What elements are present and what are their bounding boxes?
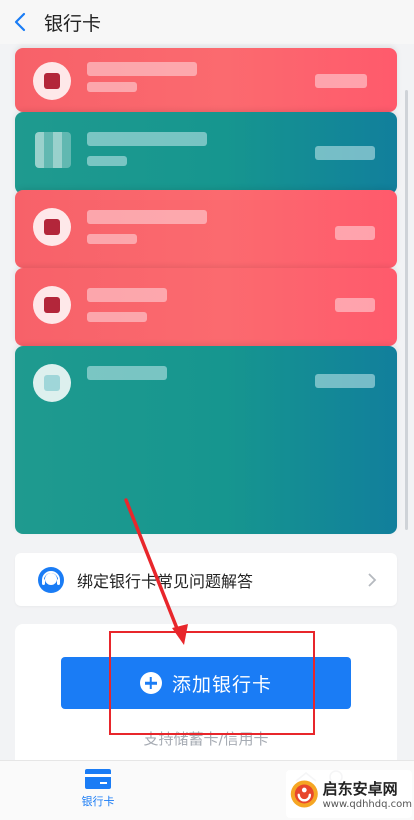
masked-text <box>315 146 375 160</box>
bank-logo <box>33 208 71 246</box>
watermark-name: 启东安卓网 <box>322 780 398 798</box>
watermark-url: www.qdhhdq.com <box>322 799 412 810</box>
app-header: 银行卡 <box>0 0 414 44</box>
masked-text <box>87 366 167 380</box>
bank-card[interactable] <box>15 268 397 346</box>
tab-bank-cards[interactable]: 银行卡 <box>68 767 128 809</box>
masked-text <box>335 298 375 312</box>
plus-circle-icon <box>139 672 162 694</box>
scrollbar[interactable] <box>405 90 408 530</box>
card-stack <box>0 44 414 544</box>
chevron-right-icon <box>368 572 377 587</box>
bank-logo <box>33 286 71 324</box>
masked-text <box>87 132 207 146</box>
bank-card[interactable] <box>15 48 397 112</box>
masked-text <box>315 374 375 388</box>
customer-service-icon <box>38 566 64 593</box>
add-card-panel: 添加银行卡 支持储蓄卡/信用卡 <box>15 624 397 774</box>
add-bank-card-label: 添加银行卡 <box>171 673 272 696</box>
bank-card-icon <box>85 769 111 789</box>
bank-card[interactable] <box>15 112 397 194</box>
masked-text <box>87 210 207 224</box>
faq-row[interactable]: 绑定银行卡常见问题解答 <box>15 553 397 606</box>
bank-card[interactable] <box>15 346 397 534</box>
support-hint: 支持储蓄卡/信用卡 <box>143 730 269 748</box>
masked-text <box>87 312 147 322</box>
masked-text <box>87 288 167 302</box>
bank-card[interactable] <box>15 190 397 268</box>
masked-text <box>87 234 137 244</box>
bank-logo <box>35 132 71 168</box>
bank-logo <box>33 62 71 100</box>
site-watermark: 启东安卓网 www.qdhhdq.com <box>286 770 412 818</box>
faq-label: 绑定银行卡常见问题解答 <box>77 571 254 591</box>
masked-text <box>315 74 367 88</box>
masked-text <box>87 82 137 92</box>
masked-text <box>87 156 127 166</box>
watermark-logo-icon <box>290 780 318 808</box>
tab-bank-cards-label: 银行卡 <box>81 795 115 808</box>
back-arrow-icon[interactable] <box>0 0 40 44</box>
masked-text <box>87 62 197 76</box>
bank-logo <box>33 364 71 402</box>
masked-text <box>335 226 375 240</box>
add-bank-card-button[interactable]: 添加银行卡 <box>61 657 351 709</box>
page-title: 银行卡 <box>44 12 102 35</box>
